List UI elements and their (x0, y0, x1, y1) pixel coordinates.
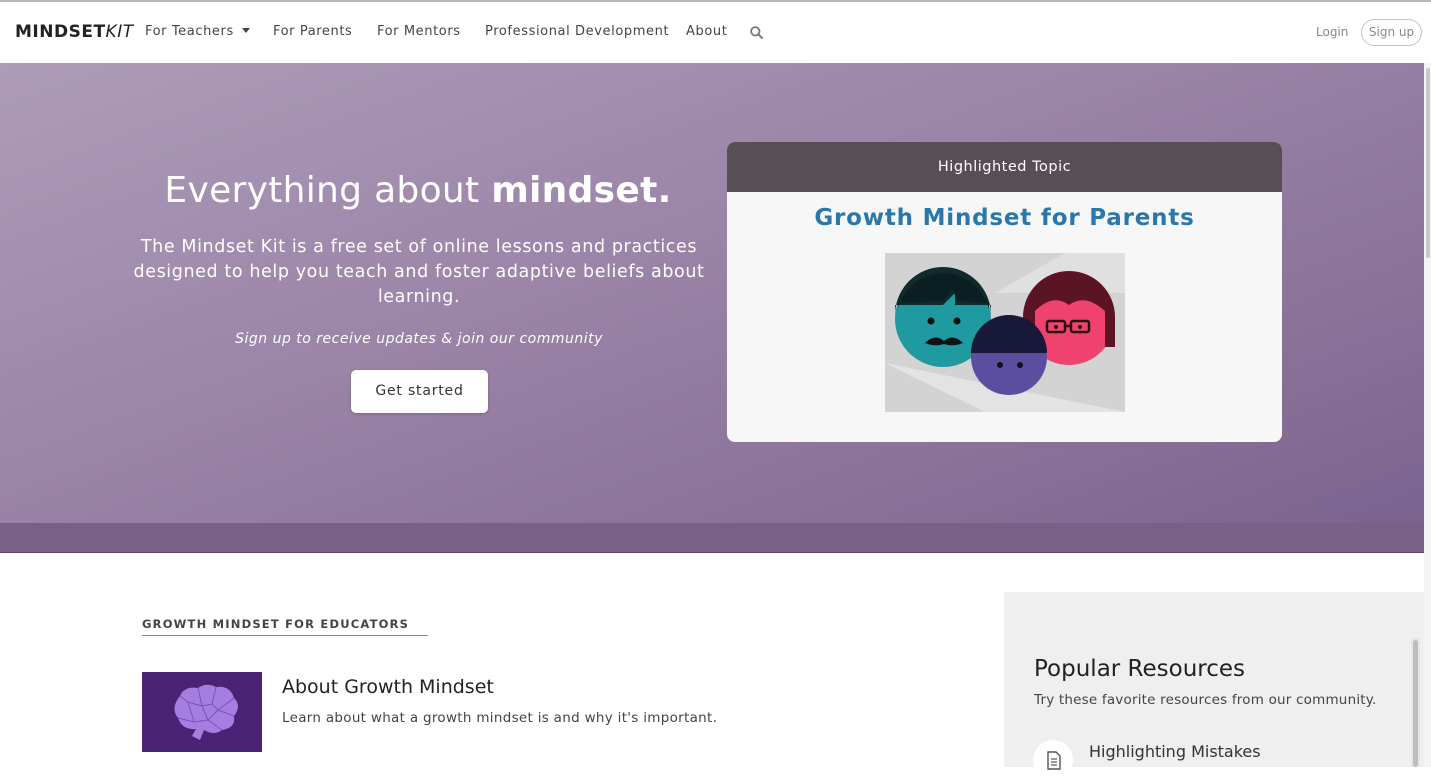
resource-title-about-growth-mindset[interactable]: About Growth Mindset (282, 676, 494, 698)
popular-item-highlighting-mistakes[interactable]: Highlighting Mistakes (1089, 742, 1261, 761)
highlighted-topic-title[interactable]: Growth Mindset for Parents (727, 205, 1282, 231)
search-icon[interactable] (750, 26, 763, 39)
highlighted-topic-card[interactable]: Highlighted Topic Growth Mindset for Par… (727, 142, 1282, 442)
hero-title: Everything about mindset. (164, 170, 672, 211)
page-scrollbar-thumb[interactable] (1426, 68, 1430, 258)
panel-scrollbar-thumb[interactable] (1413, 640, 1418, 767)
popular-resources-description: Try these favorite resources from our co… (1034, 692, 1377, 708)
nav-about[interactable]: About (686, 24, 727, 39)
popular-resources-title: Popular Resources (1034, 656, 1246, 682)
family-faces-illustration[interactable] (885, 253, 1125, 412)
educators-section-label: GROWTH MINDSET FOR EDUCATORS (142, 617, 410, 631)
nav-for-mentors[interactable]: For Mentors (377, 24, 461, 39)
signup-button[interactable]: Sign up (1361, 19, 1422, 46)
nav-for-teachers[interactable]: For Teachers (145, 24, 250, 39)
brain-thumbnail[interactable] (142, 672, 262, 752)
section-underline (142, 635, 428, 636)
site-logo[interactable]: MINDSETKIT (15, 22, 134, 42)
hero-divider (0, 552, 1424, 553)
highlighted-topic-header: Highlighted Topic (727, 142, 1282, 192)
document-icon (1033, 740, 1073, 780)
top-navbar: MINDSETKIT For Teachers For Parents For … (0, 2, 1424, 63)
hero-subtext: Sign up to receive updates & join our co… (235, 331, 603, 347)
login-link[interactable]: Login (1316, 25, 1348, 39)
hero-description: The Mindset Kit is a free set of online … (133, 237, 705, 307)
caret-down-icon (241, 28, 250, 33)
nav-for-parents[interactable]: For Parents (273, 24, 352, 39)
hero-bottom-band (0, 523, 1424, 552)
resource-description: Learn about what a growth mindset is and… (282, 710, 718, 726)
popular-resources-panel: Popular Resources Try these favorite res… (1004, 592, 1424, 780)
get-started-button[interactable]: Get started (351, 370, 488, 413)
nav-professional-development[interactable]: Professional Development (485, 24, 669, 39)
